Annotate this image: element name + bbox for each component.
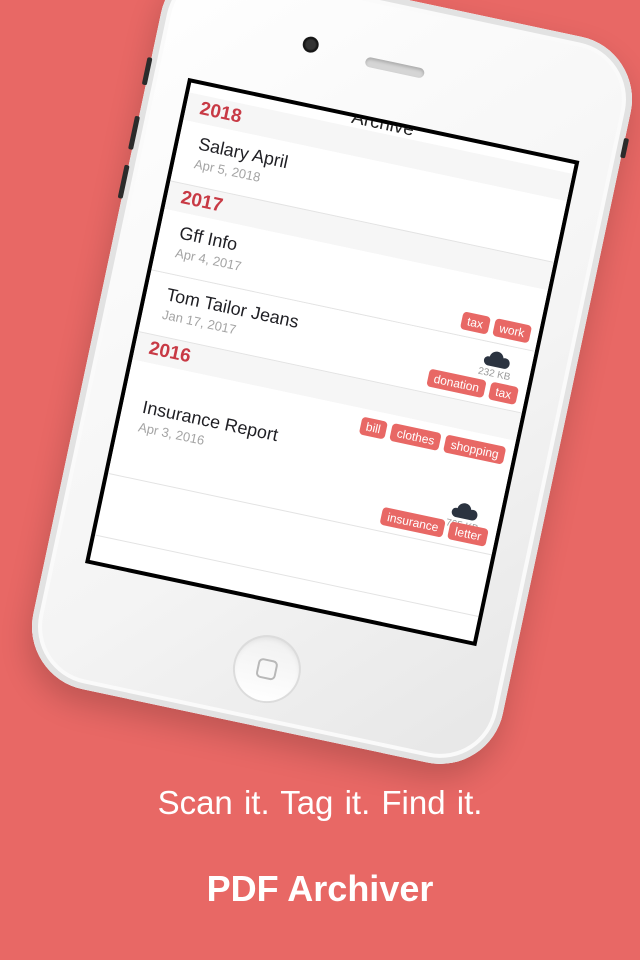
- phone-mockup: Archive 2018 Salary April Apr 5, 2018 20…: [20, 0, 640, 776]
- tag-badge[interactable]: tax: [487, 381, 520, 406]
- tagline: Scan it. Tag it. Find it.: [157, 784, 483, 821]
- home-button-square-icon: [255, 657, 279, 682]
- app-name: PDF Archiver: [206, 868, 434, 909]
- tag-badge[interactable]: bill: [358, 416, 389, 440]
- tag-badge[interactable]: tax: [459, 311, 491, 335]
- tag-badge[interactable]: insurance: [379, 506, 447, 538]
- tag-badge[interactable]: work: [491, 318, 533, 344]
